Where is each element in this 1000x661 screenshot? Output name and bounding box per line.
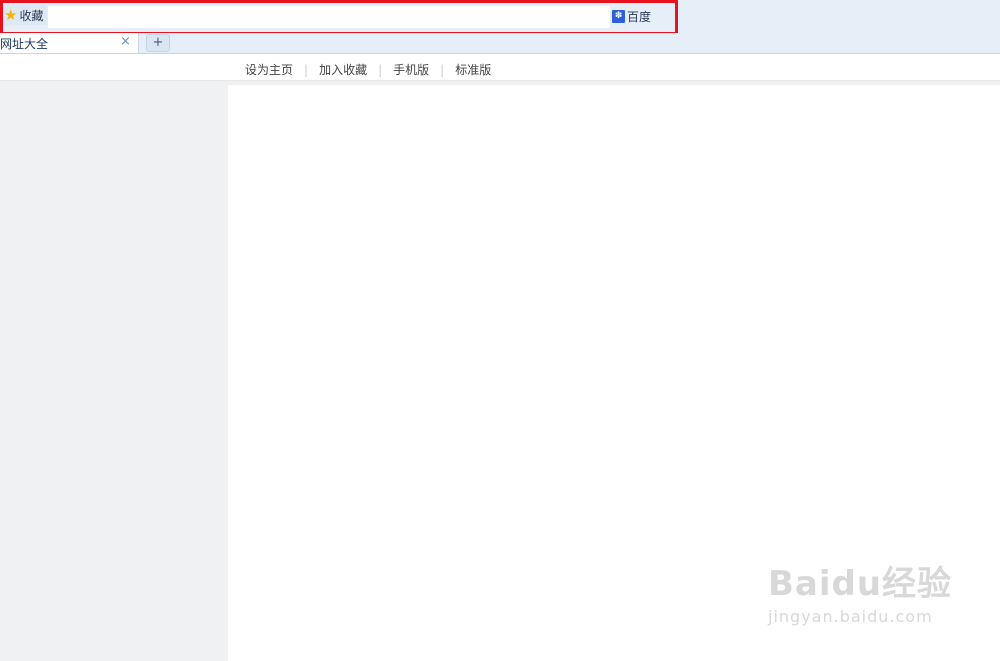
page-nav-bar: 设为主页 | 加入收藏 | 手机版 | 标准版 <box>0 54 1000 81</box>
watermark-url: jingyan.baidu.com <box>768 607 933 626</box>
tab-hao123[interactable]: 网址大全 × <box>0 33 139 53</box>
standard-version-link[interactable]: 标准版 <box>455 61 491 78</box>
highlight-annotation-box <box>0 0 678 35</box>
divider: | <box>378 62 383 77</box>
bookmark-toolbar: ★ 收藏 ✽ 百度 <box>0 0 1000 35</box>
divider: | <box>304 62 309 77</box>
left-sidebar <box>0 81 228 661</box>
add-favorite-link[interactable]: 加入收藏 <box>319 61 367 78</box>
tab-title: 网址大全 <box>0 37 49 51</box>
divider: | <box>440 62 445 77</box>
baidu-jingyan-watermark: Baidu经验 jingyan.baidu.com <box>768 556 952 626</box>
new-tab-button[interactable]: + <box>146 34 170 52</box>
mobile-version-link[interactable]: 手机版 <box>393 61 429 78</box>
close-icon[interactable]: × <box>120 34 131 49</box>
set-homepage-link[interactable]: 设为主页 <box>245 61 293 78</box>
page-nav-links: 设为主页 | 加入收藏 | 手机版 | 标准版 <box>245 61 491 78</box>
watermark-logo: Baidu经验 <box>768 564 953 604</box>
tab-strip: 网址大全 × + <box>0 33 1000 54</box>
